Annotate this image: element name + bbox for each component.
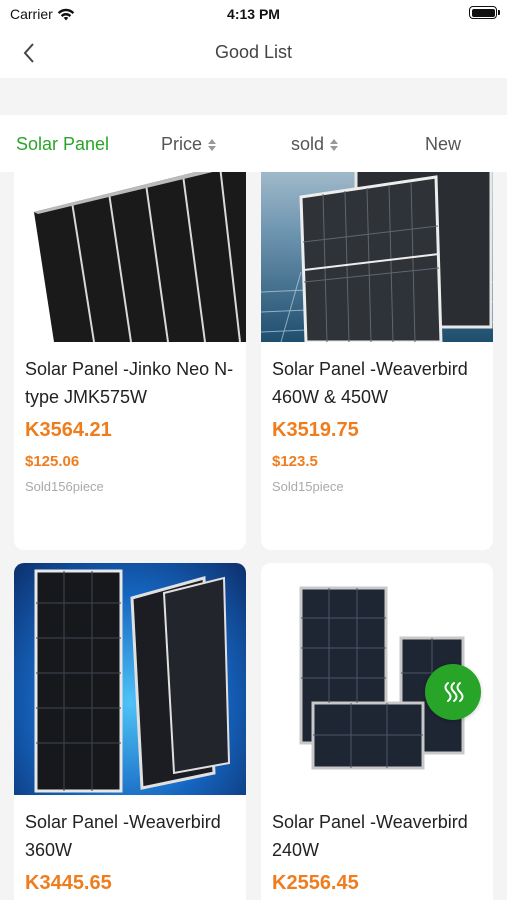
product-card[interactable]: Solar Panel -Weaverbird 360W K3445.65: [14, 563, 246, 900]
product-usd-price: $123.5: [272, 453, 318, 470]
sort-icon: [330, 138, 339, 151]
nav-bar: Good List: [0, 28, 507, 78]
product-name: Solar Panel -Jinko Neo N-type JMK575W: [25, 359, 234, 407]
product-price: K2556.45: [272, 872, 359, 894]
product-image: [14, 563, 246, 795]
filter-sold[interactable]: sold: [291, 134, 339, 155]
filter-bar: Solar Panel Price sold New: [0, 115, 507, 172]
product-grid: Solar Panel -Jinko Neo N-type JMK575W K3…: [0, 172, 507, 900]
product-card[interactable]: Solar Panel -Weaverbird 240W K2556.45: [261, 563, 493, 900]
sort-icon: [208, 138, 217, 151]
filter-label: Solar Panel: [16, 134, 110, 154]
product-name: Solar Panel -Weaverbird 240W: [272, 812, 468, 860]
product-image: [261, 172, 493, 342]
battery-icon: [469, 6, 500, 19]
filter-price[interactable]: Price: [161, 134, 217, 155]
floating-action-button[interactable]: [425, 664, 481, 720]
product-price: K3564.21: [25, 419, 112, 441]
product-name: Solar Panel -Weaverbird 360W: [25, 812, 221, 860]
product-usd-price: $125.06: [25, 453, 80, 470]
product-price: K3519.75: [272, 419, 359, 441]
product-card[interactable]: Solar Panel -Weaverbird 460W & 450W K351…: [261, 172, 493, 550]
waves-icon: [444, 682, 464, 702]
status-bar: Carrier 4:13 PM: [0, 0, 507, 28]
page-title: Good List: [214, 42, 293, 62]
product-card[interactable]: Solar Panel -Jinko Neo N-type JMK575W K3…: [14, 172, 246, 550]
filter-label: New: [425, 134, 462, 154]
product-price: K3445.65: [25, 872, 112, 894]
filter-solar-panel[interactable]: Solar Panel: [16, 134, 109, 155]
filter-label: Price: [161, 134, 203, 154]
status-time: 4:13 PM: [227, 6, 280, 22]
product-name: Solar Panel -Weaverbird 460W & 450W: [272, 359, 468, 407]
product-sold-count: Sold156piece: [25, 479, 104, 494]
filter-new[interactable]: New: [425, 134, 461, 155]
filter-label: sold: [291, 134, 325, 154]
product-sold-count: Sold15piece: [272, 479, 344, 494]
product-image: [14, 172, 246, 342]
